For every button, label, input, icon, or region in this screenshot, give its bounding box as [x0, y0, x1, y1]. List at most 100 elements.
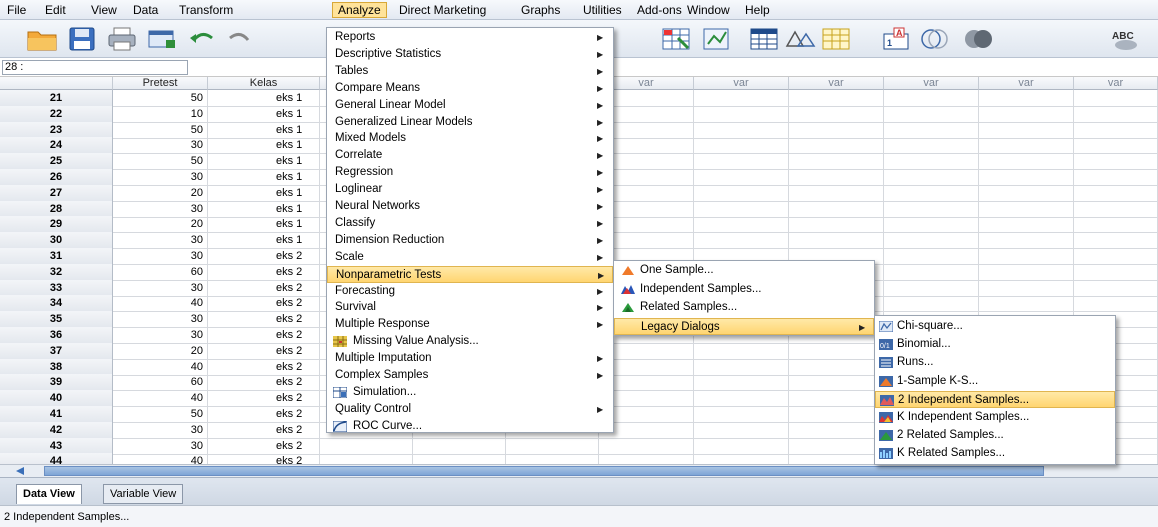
- cell-kelas[interactable]: eks 2: [208, 374, 320, 392]
- tab-variable-view[interactable]: Variable View: [103, 484, 184, 504]
- menu-item-mixed-models[interactable]: Mixed Models ▶: [327, 130, 613, 147]
- cell-empty[interactable]: [1074, 137, 1158, 155]
- cell-empty[interactable]: [694, 421, 789, 439]
- cell-pretest[interactable]: 30: [113, 437, 208, 455]
- cell-empty[interactable]: [979, 153, 1074, 171]
- cell-kelas[interactable]: eks 2: [208, 406, 320, 423]
- row-number[interactable]: 33: [0, 279, 113, 297]
- show-all-variables-icon[interactable]: [962, 26, 994, 52]
- menu-item-regression[interactable]: Regression ▶: [327, 164, 613, 181]
- cell-pretest[interactable]: 40: [113, 295, 208, 313]
- weight-cases-icon[interactable]: [700, 26, 732, 52]
- menu-item-reports[interactable]: Reports ▶: [327, 29, 613, 46]
- cell-kelas[interactable]: eks 2: [208, 248, 320, 265]
- cell-empty[interactable]: [884, 263, 979, 281]
- cell-empty[interactable]: [789, 358, 884, 376]
- cell-kelas[interactable]: eks 2: [208, 421, 320, 439]
- cell-empty[interactable]: [694, 121, 789, 139]
- menu-item-compare-means[interactable]: Compare Means ▶: [327, 80, 613, 97]
- cell-pretest[interactable]: 30: [113, 232, 208, 250]
- menu-data[interactable]: Data: [128, 2, 163, 18]
- cell-empty[interactable]: [789, 121, 884, 139]
- menu-item-nonparametric-tests[interactable]: Nonparametric Tests ▶: [327, 265, 613, 283]
- menu-help[interactable]: Help: [740, 2, 775, 18]
- menu-item-descriptive-statistics[interactable]: Descriptive Statistics ▶: [327, 46, 613, 63]
- menu-item-k-related-samples[interactable]: K Related Samples...: [875, 445, 1115, 462]
- menu-window[interactable]: Window: [682, 2, 735, 18]
- column-header-var[interactable]: var: [694, 77, 789, 90]
- cell-empty[interactable]: [884, 90, 979, 107]
- menu-item-generalized-linear-models[interactable]: Generalized Linear Models ▶: [327, 114, 613, 131]
- cell-kelas[interactable]: eks 2: [208, 342, 320, 360]
- cell-empty[interactable]: [789, 216, 884, 234]
- cell-empty[interactable]: [694, 184, 789, 202]
- row-number[interactable]: 28: [0, 200, 113, 218]
- menu-item-related-samples[interactable]: Related Samples...: [614, 299, 874, 316]
- cell-kelas[interactable]: eks 1: [208, 105, 320, 123]
- cell-pretest[interactable]: 30: [113, 421, 208, 439]
- cell-empty[interactable]: [1074, 200, 1158, 218]
- scrollbar-thumb[interactable]: [44, 466, 1044, 476]
- cell-empty[interactable]: [789, 437, 884, 455]
- menu-item-independent-samples[interactable]: Independent Samples...: [614, 281, 874, 298]
- cell-empty[interactable]: [1074, 216, 1158, 234]
- cell-pretest[interactable]: 30: [113, 327, 208, 344]
- menu-add-ons[interactable]: Add-ons: [632, 2, 687, 18]
- column-header-pretest[interactable]: Pretest: [113, 77, 208, 90]
- menu-analyze[interactable]: Analyze: [332, 2, 387, 18]
- cell-kelas[interactable]: eks 2: [208, 279, 320, 297]
- menu-graphs[interactable]: Graphs: [516, 2, 565, 18]
- cell-empty[interactable]: [884, 184, 979, 202]
- cell-empty[interactable]: [884, 216, 979, 234]
- cell-kelas[interactable]: eks 1: [208, 232, 320, 250]
- menu-item-legacy-dialogs[interactable]: Legacy Dialogs ▶: [614, 317, 874, 335]
- menu-item-dimension-reduction[interactable]: Dimension Reduction ▶: [327, 232, 613, 249]
- cell-pretest[interactable]: 60: [113, 263, 208, 281]
- menu-view[interactable]: View: [86, 2, 122, 18]
- menu-item-runs[interactable]: Runs...: [875, 354, 1115, 371]
- cell-kelas[interactable]: eks 2: [208, 358, 320, 376]
- cell-empty[interactable]: [1074, 295, 1158, 313]
- menu-item-scale[interactable]: Scale ▶: [327, 249, 613, 266]
- cell-empty[interactable]: [413, 437, 506, 455]
- cell-empty[interactable]: [979, 90, 1074, 107]
- cell-empty[interactable]: [694, 90, 789, 107]
- cell-empty[interactable]: [1074, 248, 1158, 265]
- row-number[interactable]: 42: [0, 421, 113, 439]
- cell-empty[interactable]: [884, 232, 979, 250]
- row-number[interactable]: 25: [0, 153, 113, 171]
- cell-empty[interactable]: [694, 137, 789, 155]
- menu-item-classify[interactable]: Classify ▶: [327, 215, 613, 232]
- cell-empty[interactable]: [789, 153, 884, 171]
- cell-pretest[interactable]: 30: [113, 200, 208, 218]
- cell-pretest[interactable]: 50: [113, 153, 208, 171]
- menu-item-missing-value-analysis[interactable]: Missing Value Analysis...: [327, 333, 613, 350]
- cell-pretest[interactable]: 20: [113, 342, 208, 360]
- save-icon[interactable]: [66, 26, 98, 52]
- cell-empty[interactable]: [789, 342, 884, 360]
- cell-empty[interactable]: [694, 390, 789, 408]
- cell-empty[interactable]: [789, 374, 884, 392]
- cell-empty[interactable]: [694, 153, 789, 171]
- row-number[interactable]: 43: [0, 437, 113, 455]
- cell-empty[interactable]: [789, 137, 884, 155]
- row-number[interactable]: 35: [0, 311, 113, 329]
- menu-item-multiple-imputation[interactable]: Multiple Imputation ▶: [327, 350, 613, 367]
- use-variable-sets-icon[interactable]: [820, 26, 852, 52]
- row-number[interactable]: 41: [0, 406, 113, 423]
- spell-check-icon[interactable]: ABC: [1110, 26, 1142, 52]
- menu-transform[interactable]: Transform: [174, 2, 238, 18]
- cell-kelas[interactable]: eks 1: [208, 90, 320, 107]
- cell-empty[interactable]: [884, 279, 979, 297]
- cell-pretest[interactable]: 10: [113, 105, 208, 123]
- cell-empty[interactable]: [1074, 169, 1158, 186]
- row-number[interactable]: 24: [0, 137, 113, 155]
- cell-empty[interactable]: [884, 295, 979, 313]
- cell-empty[interactable]: [884, 248, 979, 265]
- cell-empty[interactable]: [694, 342, 789, 360]
- cell-pretest[interactable]: 30: [113, 279, 208, 297]
- cell-empty[interactable]: [1074, 90, 1158, 107]
- cell-kelas[interactable]: eks 2: [208, 263, 320, 281]
- cell-pretest[interactable]: 30: [113, 137, 208, 155]
- redo-icon[interactable]: [226, 26, 258, 52]
